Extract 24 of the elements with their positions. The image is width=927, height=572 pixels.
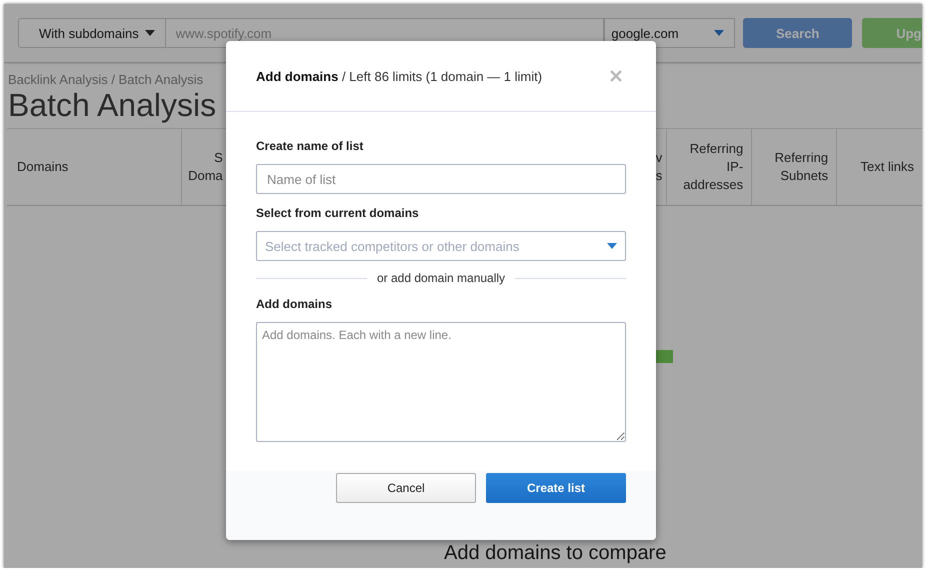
close-icon[interactable] [610,70,622,82]
caret-icon [714,30,724,36]
field-label: Create name of list [256,139,364,155]
column-header[interactable]: Referring IP-addresses [675,140,744,194]
cancel-button[interactable]: Cancel [336,473,476,503]
column-header[interactable]: Domains [17,158,68,176]
caret-icon [144,30,155,36]
scope-select[interactable]: With subdomains [18,18,166,48]
dialog-title: Add domains / Left 86 limits (1 domain — 1 limit) [256,68,542,84]
field-label: Add domains [256,297,334,313]
column-header[interactable]: v s [656,149,662,185]
name-field[interactable]: Name of list [256,164,626,194]
column-header[interactable]: Referring Subnets [760,149,828,185]
column-header[interactable]: S Doma [188,149,223,185]
engine-select[interactable]: google.com [604,18,736,48]
empty-state-text: Add domains to compare [444,542,666,565]
page-title: Batch Analysis [8,87,218,123]
domains-textarea[interactable]: Add domains. Each with a new line. [256,322,626,442]
create-list-button[interactable]: Create list [486,473,626,503]
caret-icon [607,243,617,249]
breadcrumb: Backlink Analysis / Batch Analysis [8,72,204,87]
column-header[interactable]: Text links [860,158,914,176]
field-label: Select from current domains [256,206,420,222]
divider-text: or add domain manually [376,271,506,285]
